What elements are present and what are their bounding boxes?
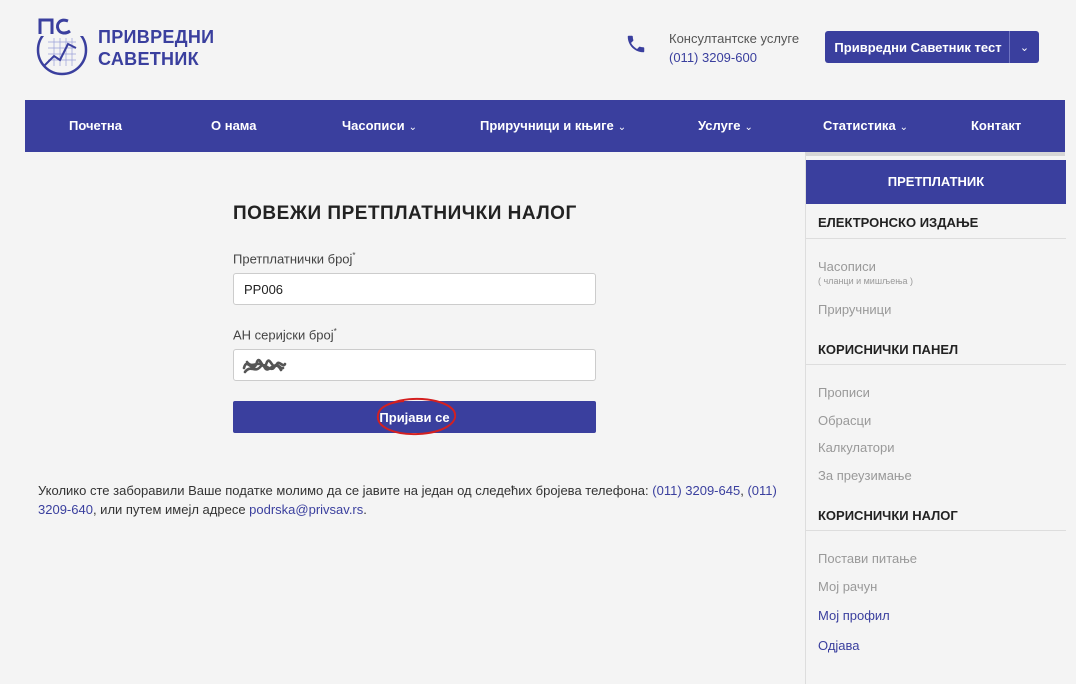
nav-item-contact[interactable]: Контакт	[971, 100, 1021, 152]
nav-label: О нама	[211, 118, 257, 133]
privredni-savetnik-logo-icon[interactable]	[30, 14, 90, 78]
consulting-info: Консултантске услуге (011) 3209-600	[669, 29, 799, 67]
subscriber-number-label-text: Претплатнички број	[233, 251, 353, 267]
phone-icon	[627, 35, 645, 53]
sidebar-header: ПРЕТПЛАТНИК	[806, 160, 1066, 204]
nav-label: Статистика	[823, 118, 896, 133]
support-email-link[interactable]: podrska@privsav.rs	[249, 502, 363, 517]
brand-line-1: ПРИВРЕДНИ	[98, 27, 215, 47]
main-navigation: Почетна О нама Часописи ⌄ Приручници и књ…	[25, 100, 1065, 152]
support-phone-link-1[interactable]: (011) 3209-645	[652, 483, 740, 498]
subscriber-number-input[interactable]	[233, 273, 596, 305]
serial-number-label: АН серијски број*	[233, 327, 337, 342]
help-text-part: .	[363, 502, 367, 517]
required-mark: *	[333, 327, 337, 336]
sidebar-divider	[806, 364, 1066, 365]
required-mark: *	[352, 251, 356, 260]
brand-name[interactable]: ПРИВРЕДНИ САВЕТНИК	[98, 26, 214, 70]
chevron-down-icon: ⌄	[408, 122, 417, 133]
sidebar-item-logout[interactable]: Одјава	[818, 638, 860, 653]
chevron-down-icon: ⌄	[744, 122, 753, 133]
nav-item-services[interactable]: Услуге ⌄	[698, 100, 753, 152]
sidebar-section-user-panel: КОРИСНИЧКИ ПАНЕЛ	[818, 342, 959, 357]
help-text: Уколико сте заборавили Ваше податке моли…	[38, 481, 800, 519]
sidebar-item-downloads[interactable]: За преузимање	[818, 468, 912, 483]
help-text-part: , или путем имејл адресе	[92, 502, 250, 517]
sidebar-item-handbooks[interactable]: Приручници	[818, 302, 891, 317]
main-content: ПОВЕЖИ ПРЕТПЛАТНИЧКИ НАЛОГ Претплатнички…	[25, 152, 805, 684]
help-text-part: Уколико сте заборавили Ваше податке моли…	[38, 483, 653, 498]
chevron-down-icon[interactable]: ⌄	[1009, 31, 1039, 63]
login-button[interactable]: Пријави се	[233, 401, 596, 433]
sidebar-item-forms[interactable]: Обрасци	[818, 413, 871, 428]
user-account-button[interactable]: Привредни Саветник тест ⌄	[825, 31, 1039, 63]
nav-label: Приручници и књиге	[480, 118, 614, 133]
nav-label: Почетна	[69, 118, 123, 133]
brand-line-2: САВЕТНИК	[98, 49, 199, 69]
nav-label: Часописи	[342, 118, 405, 133]
sidebar-section-electronic-edition: ЕЛЕКТРОНСКО ИЗДАЊЕ	[818, 215, 979, 230]
sidebar-item-regulations[interactable]: Прописи	[818, 385, 870, 400]
sidebar-item-calculators[interactable]: Калкулатори	[818, 440, 895, 455]
sidebar-divider	[806, 238, 1066, 239]
chevron-down-icon: ⌄	[617, 122, 627, 133]
nav-label: Контакт	[971, 118, 1022, 133]
consulting-phone-link[interactable]: (011) 3209-600	[669, 48, 799, 67]
sidebar-item-magazines[interactable]: Часописи	[818, 259, 876, 274]
sidebar: ПРЕТПЛАТНИК ЕЛЕКТРОНСКО ИЗДАЊЕ Часописи …	[805, 152, 1066, 684]
chevron-down-icon: ⌄	[899, 122, 909, 133]
nav-item-about[interactable]: О нама	[211, 100, 256, 152]
sidebar-item-my-profile[interactable]: Мој профил	[818, 608, 890, 623]
sidebar-divider	[806, 530, 1066, 531]
sidebar-item-magazines-subtitle: ( чланци и мишљења )	[818, 276, 914, 286]
site-header: ПРИВРЕДНИ САВЕТНИК Консултантске услуге …	[0, 0, 1076, 100]
nav-item-magazines[interactable]: Часописи ⌄	[342, 100, 417, 152]
sidebar-item-ask-question[interactable]: Постави питање	[818, 551, 917, 566]
subscriber-number-label: Претплатнички број*	[233, 251, 356, 266]
nav-item-home[interactable]: Почетна	[69, 100, 122, 152]
redaction-scribble	[242, 358, 287, 374]
user-account-label[interactable]: Привредни Саветник тест	[825, 40, 1009, 55]
serial-number-label-text: АН серијски број	[233, 327, 334, 343]
nav-label: Услуге	[698, 118, 741, 133]
page-title: ПОВЕЖИ ПРЕТПЛАТНИЧКИ НАЛОГ	[233, 203, 577, 224]
nav-item-handbooks[interactable]: Приручници и књиге ⌄	[480, 100, 626, 152]
sidebar-item-my-account[interactable]: Мој рачун	[818, 579, 877, 594]
sidebar-section-user-account: КОРИСНИЧКИ НАЛОГ	[818, 508, 958, 523]
nav-item-statistics[interactable]: Статистика ⌄	[823, 100, 908, 152]
consulting-label: Консултантске услуге	[669, 31, 800, 46]
